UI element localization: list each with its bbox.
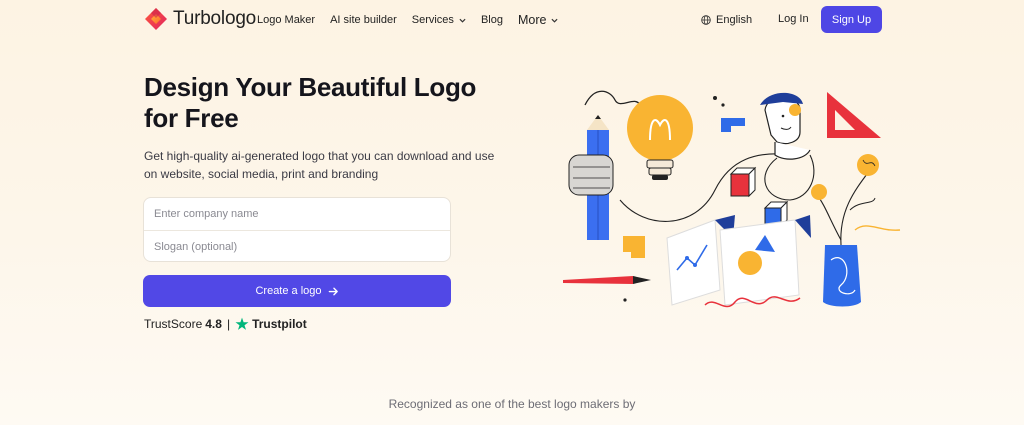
chevron-down-icon [551, 17, 558, 24]
nav-link-label: Logo Maker [257, 14, 316, 26]
globe-icon [701, 15, 711, 25]
pen-icon [563, 276, 651, 302]
nav-links: Logo Maker AI site builder Services Blog… [257, 11, 573, 29]
brand-name: Turbologo [173, 8, 257, 29]
brand-logo[interactable]: Turbologo [144, 6, 256, 32]
nav-link-blog[interactable]: Blog [481, 14, 503, 26]
login-link[interactable]: Log In [778, 13, 809, 25]
recognized-text: Recognized as one of the best logo maker… [388, 397, 636, 411]
title-line-1: Design Your Beautiful Logo [144, 72, 477, 102]
chevron-down-icon [459, 17, 466, 24]
top-navigation: Turbologo Logo Maker AI site builder Ser… [0, 0, 1024, 40]
slogan-input[interactable] [144, 231, 450, 261]
pencil-hand-icon [568, 115, 614, 240]
hero-subtitle: Get high-quality ai-generated logo that … [144, 147, 524, 183]
trust-label: TrustScore [144, 317, 203, 331]
nav-link-ai-site-builder[interactable]: AI site builder [330, 14, 397, 26]
turbologo-logo-icon [145, 8, 167, 30]
triangle-ruler-icon [827, 92, 881, 138]
subtitle-line-1: Get high-quality ai-generated logo that … [144, 149, 495, 163]
trustpilot-brand: Trustpilot [252, 317, 307, 331]
create-logo-button[interactable]: Create a logo [143, 275, 451, 307]
person-illustration [760, 92, 815, 201]
hero-illustration [563, 90, 901, 308]
vase-plant-illustration [811, 154, 901, 307]
nav-link-more[interactable]: More [518, 13, 558, 27]
blue-flag-shape [721, 118, 745, 132]
red-cube-icon [729, 166, 757, 198]
signup-button[interactable]: Sign Up [821, 6, 882, 33]
nav-link-logo-maker[interactable]: Logo Maker [257, 14, 315, 26]
subtitle-line-2: on website, social media, print and bran… [144, 167, 379, 181]
trust-score: 4.8 [205, 317, 222, 331]
page-title: Design Your Beautiful Logo for Free [144, 72, 524, 134]
nav-link-label: AI site builder [330, 14, 397, 26]
title-line-2: for Free [144, 103, 239, 133]
create-logo-label: Create a logo [255, 285, 322, 297]
language-selector[interactable]: English [701, 11, 752, 29]
trustpilot-rating[interactable]: TrustScore 4.8 | Trustpilot [144, 317, 307, 331]
chart-board-illustration [666, 215, 811, 306]
doodle-line [584, 90, 641, 106]
arrow-right-icon [328, 287, 338, 295]
language-label: English [716, 14, 753, 26]
nav-link-label: Blog [480, 14, 503, 26]
company-name-input[interactable] [144, 198, 450, 230]
trust-separator: | [226, 317, 231, 331]
logo-form [143, 197, 451, 262]
sticky-note-shape [623, 236, 645, 258]
trustpilot-star-icon [235, 317, 249, 330]
nav-link-label: Services [411, 14, 454, 26]
nav-link-label: More [517, 13, 547, 27]
nav-link-services[interactable]: Services [412, 14, 466, 26]
lightbulb-icon [627, 95, 693, 180]
